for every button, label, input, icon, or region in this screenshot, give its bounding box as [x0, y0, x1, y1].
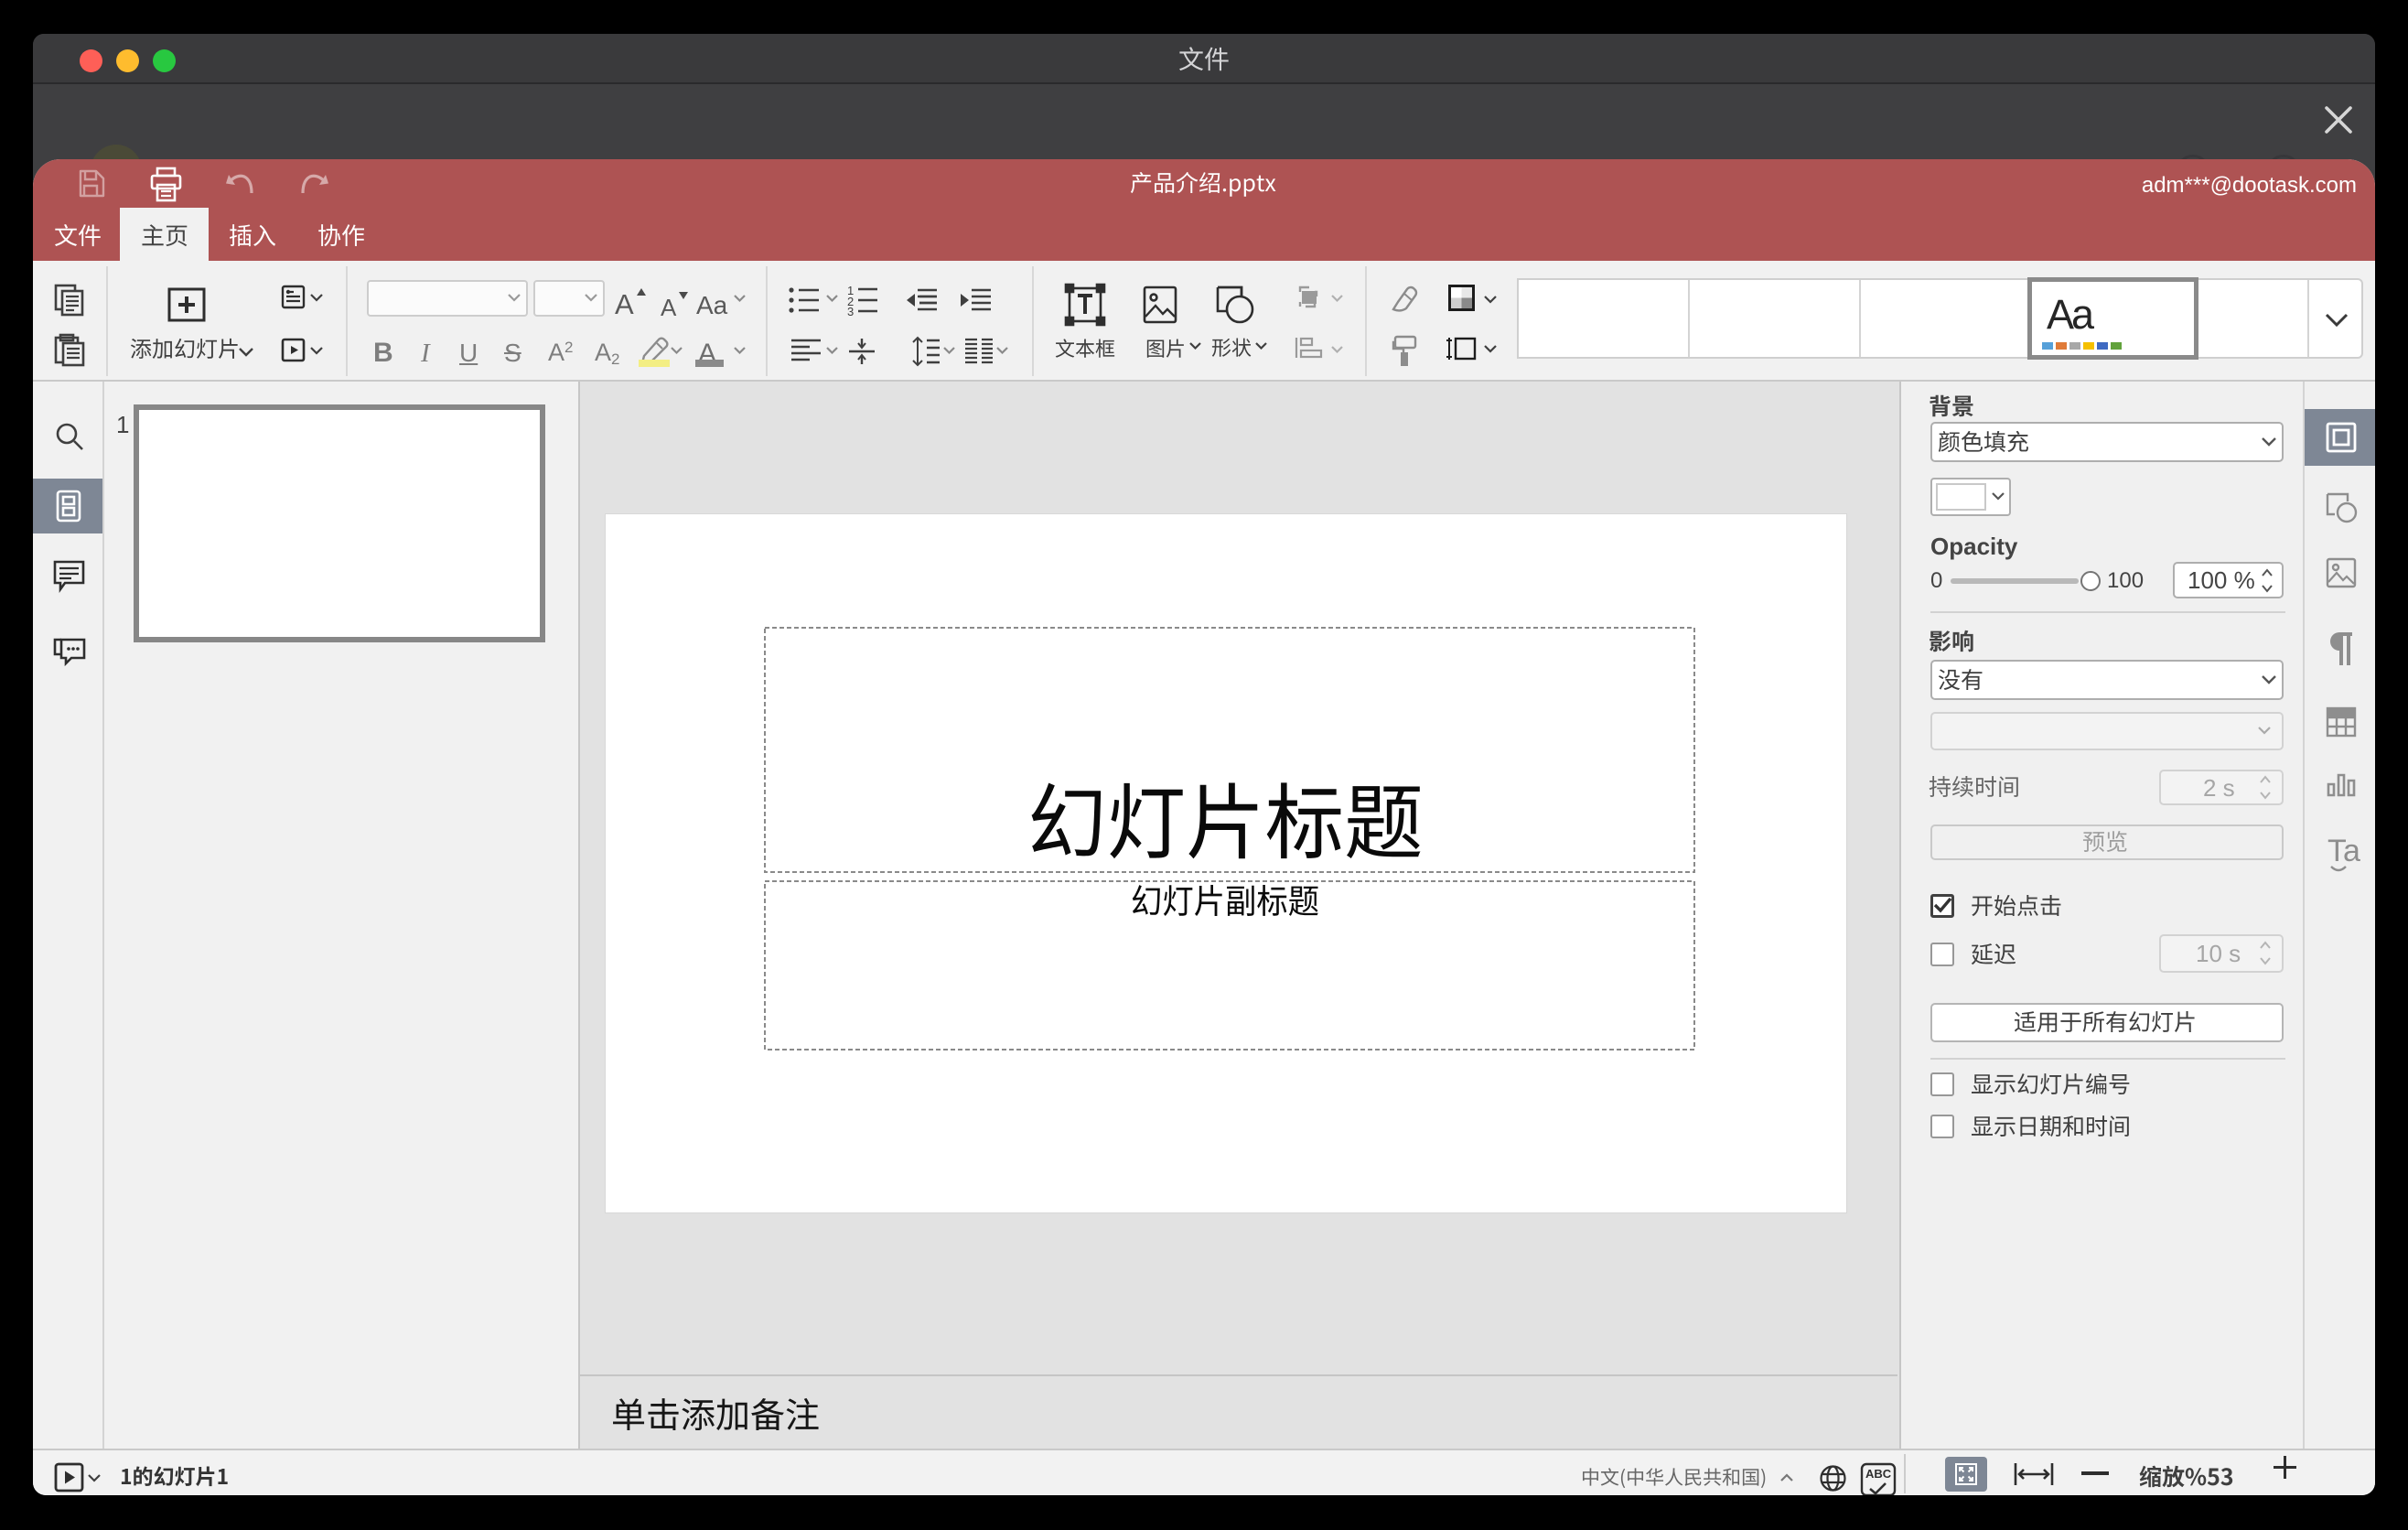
svg-text:ABC: ABC: [1865, 1467, 1892, 1481]
svg-text:Ta: Ta: [2327, 834, 2360, 868]
svg-text:3: 3: [847, 305, 854, 318]
